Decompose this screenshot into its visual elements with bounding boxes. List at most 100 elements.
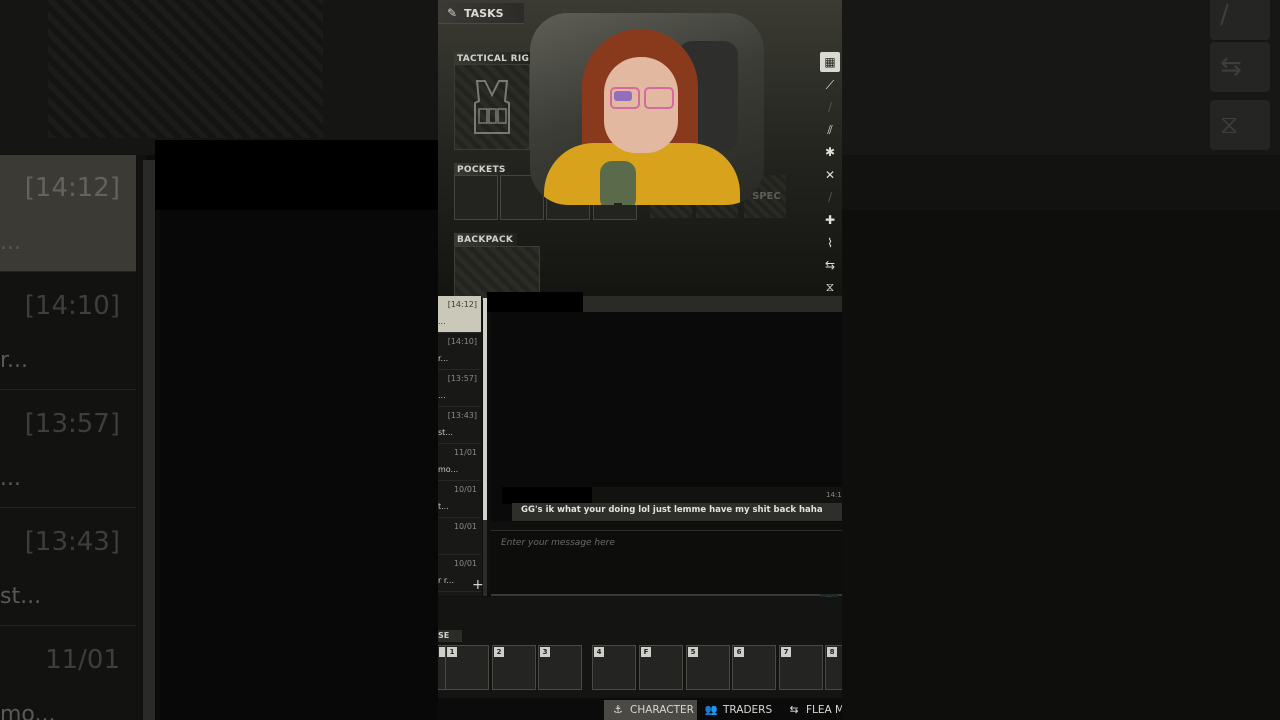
add-dialog-button[interactable]: + bbox=[472, 577, 484, 593]
quick-slot[interactable]: 2 bbox=[492, 645, 536, 690]
dialog-preview: ... bbox=[438, 317, 446, 326]
tab-traders-label: TRADERS bbox=[723, 704, 773, 716]
webcam-microphone bbox=[600, 161, 636, 205]
tasks-button[interactable]: ✎ TASKS bbox=[438, 3, 524, 24]
blur-dialog-item: [13:57] ... bbox=[0, 391, 136, 508]
grid-icon[interactable]: ▦ bbox=[820, 52, 840, 72]
dialog-item[interactable]: 10/01 bbox=[438, 518, 481, 555]
traders-icon: 👥 bbox=[704, 704, 718, 716]
webcam-glasses bbox=[610, 87, 640, 109]
blur-dialog-preview: ... bbox=[0, 466, 21, 491]
dash-icon[interactable]: ∕ bbox=[820, 187, 840, 207]
rifle-icon[interactable]: ⟋ bbox=[820, 75, 840, 95]
dialog-item[interactable]: 11/01 mo... bbox=[438, 444, 481, 481]
quick-slot-key: 7 bbox=[781, 647, 791, 657]
dialog-item[interactable]: [14:10] r... bbox=[438, 333, 481, 370]
blur-chat-area bbox=[160, 210, 438, 720]
crossed-tools-icon[interactable]: ✕ bbox=[820, 165, 840, 185]
dialog-preview: r r... bbox=[438, 576, 455, 585]
blur-dialog-time: [13:57] bbox=[24, 409, 120, 439]
quick-slot-key: F bbox=[641, 647, 651, 657]
message-input-border bbox=[491, 594, 842, 596]
quick-slot[interactable]: 3 bbox=[538, 645, 582, 690]
dialog-item[interactable]: [13:57] ... bbox=[438, 370, 481, 407]
blur-header-band bbox=[842, 155, 1280, 210]
quick-slot-key: 2 bbox=[494, 647, 504, 657]
blur-dialog-list: [14:12] ... [14:10] r... [13:57] ... [13… bbox=[0, 155, 146, 720]
tab-flea-market-label: FLEA M bbox=[806, 704, 842, 716]
message-time: 14:12 bbox=[826, 491, 842, 499]
flea-market-icon: ⇆ bbox=[789, 704, 799, 716]
dialog-item[interactable]: [13:43] st... bbox=[438, 407, 481, 444]
blur-dialog-item: [14:10] r... bbox=[0, 273, 136, 390]
tactical-rig-slot[interactable] bbox=[454, 64, 530, 150]
tab-flea-market[interactable]: ⇆ FLEA M bbox=[786, 700, 842, 720]
vest-icon[interactable]: ⧖ bbox=[820, 277, 840, 297]
quick-slot[interactable]: 7 bbox=[779, 645, 823, 690]
dialog-time: 10/01 bbox=[453, 522, 477, 531]
blur-backpack-slot bbox=[48, 0, 323, 138]
dialog-time: [13:43] bbox=[447, 411, 477, 420]
ammo-icon[interactable]: ⫽ bbox=[820, 120, 840, 140]
dialog-preview: r... bbox=[438, 354, 449, 363]
backpack-title: BACKPACK bbox=[454, 233, 518, 247]
dialog-preview: t... bbox=[438, 502, 449, 511]
tasks-label: TASKS bbox=[464, 7, 504, 20]
right-blur-backdrop: ∕ ⇆ ⧖ bbox=[842, 0, 1280, 720]
dialog-time: [14:12] bbox=[447, 300, 477, 309]
message-input-placeholder: Enter your message here bbox=[501, 538, 615, 548]
quick-slot[interactable]: 4 bbox=[592, 645, 636, 690]
swap-icon[interactable]: ⇆ bbox=[820, 255, 840, 275]
quick-slot[interactable]: 1 bbox=[445, 645, 489, 690]
message-text: GG's ik what your doing lol just lemme h… bbox=[521, 505, 823, 515]
gear-icon[interactable]: ✱ bbox=[820, 142, 840, 162]
blur-vest-icon: ⧖ bbox=[1210, 100, 1270, 150]
tab-character-label: CHARACTER bbox=[630, 704, 694, 716]
dialog-time: 11/01 bbox=[453, 448, 477, 457]
quick-slot[interactable]: F bbox=[639, 645, 683, 690]
syringe-icon[interactable]: ⌇ bbox=[820, 233, 840, 253]
chat-name-redaction bbox=[487, 292, 583, 312]
game-panel: ✎ TASKS TACTICAL RIG POCKETS SPEC BACKPA… bbox=[438, 0, 842, 720]
knife-icon[interactable]: ∕ bbox=[820, 97, 840, 117]
blur-dialog-time: 11/01 bbox=[45, 645, 120, 675]
pocket-slot[interactable] bbox=[454, 175, 498, 220]
blur-dialog-time: [14:12] bbox=[24, 173, 120, 203]
message-sender-redaction bbox=[502, 487, 592, 504]
dialog-item[interactable]: 10/01 t... bbox=[438, 481, 481, 518]
tasks-icon: ✎ bbox=[447, 6, 458, 20]
blur-scrollbar bbox=[143, 160, 155, 720]
blur-swap-icon: ⇆ bbox=[1210, 42, 1270, 92]
medkit-icon[interactable]: ✚ bbox=[820, 210, 840, 230]
character-icon: ⚓ bbox=[613, 704, 623, 716]
blur-dialog-preview: st... bbox=[0, 584, 42, 609]
webcam-glasses bbox=[644, 87, 674, 109]
blur-dialog-preview: r... bbox=[0, 348, 29, 373]
dialog-time: 10/01 bbox=[453, 559, 477, 568]
webcam-mic-arm bbox=[614, 203, 622, 205]
blur-dialog-preview: mo... bbox=[0, 702, 56, 720]
quick-slot-key: 5 bbox=[688, 647, 698, 657]
rig-icon bbox=[474, 80, 510, 134]
blur-dialog-item: [13:43] st... bbox=[0, 509, 136, 626]
quick-slot-key: 4 bbox=[594, 647, 604, 657]
quick-slot[interactable]: 6 bbox=[732, 645, 776, 690]
dialog-list: [14:12] ... [14:10] r... [13:57] ... [13… bbox=[438, 296, 482, 596]
tab-traders[interactable]: 👥 TRADERS bbox=[703, 700, 772, 720]
dialog-time: [14:10] bbox=[447, 337, 477, 346]
dialog-preview: mo... bbox=[438, 465, 459, 474]
quick-slot-key: 1 bbox=[447, 647, 457, 657]
dialog-preview: st... bbox=[438, 428, 453, 437]
blur-redaction bbox=[155, 140, 438, 210]
quick-slot-label: SE bbox=[438, 631, 450, 640]
blur-dialog-item: [14:12] ... bbox=[0, 155, 136, 272]
spec-label: SPEC bbox=[752, 191, 781, 202]
quick-slot[interactable]: 8 bbox=[825, 645, 842, 690]
dialog-item[interactable]: [14:12] ... bbox=[438, 296, 481, 333]
dialog-scrollbar-thumb[interactable] bbox=[483, 298, 487, 520]
quick-slot[interactable]: 5 bbox=[686, 645, 730, 690]
webcam-overlay bbox=[530, 13, 764, 205]
dialog-time: 10/01 bbox=[453, 485, 477, 494]
tab-character[interactable]: ⚓ CHARACTER bbox=[604, 700, 697, 720]
dialog-preview: ... bbox=[438, 391, 446, 400]
